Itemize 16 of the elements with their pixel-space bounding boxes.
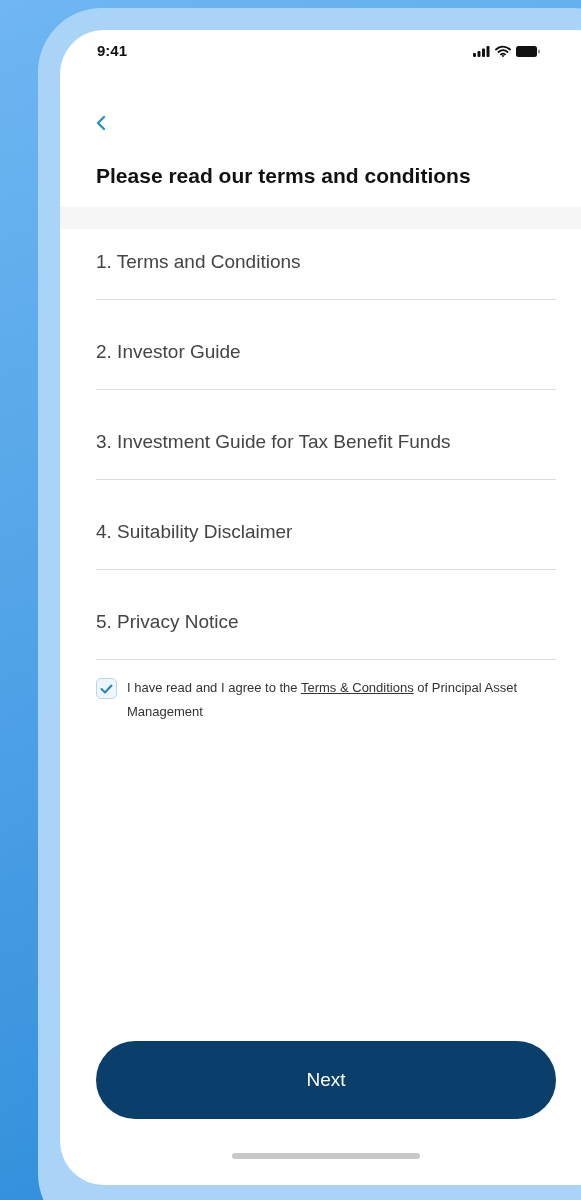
checkmark-icon — [100, 683, 113, 694]
document-link[interactable]: 3. Investment Guide for Tax Benefit Funds — [96, 390, 556, 480]
battery-icon — [516, 45, 540, 57]
document-link[interactable]: 4. Suitability Disclaimer — [96, 480, 556, 570]
document-link[interactable]: 1. Terms and Conditions — [96, 229, 556, 300]
agree-checkbox[interactable] — [96, 678, 117, 699]
next-button[interactable]: Next — [96, 1041, 556, 1119]
chevron-left-icon — [96, 115, 106, 131]
page-title: Please read our terms and conditions — [95, 163, 472, 189]
signal-icon — [473, 45, 490, 57]
wifi-icon — [495, 45, 511, 57]
document-link[interactable]: 5. Privacy Notice — [96, 570, 556, 660]
agreement-text: I have read and I agree to the Terms & Conditions of Principal Asset Management — [127, 679, 519, 721]
status-time: 9:41 — [97, 40, 128, 61]
terms-link[interactable]: Terms & Conditions — [300, 680, 414, 695]
document-link[interactable]: 2. Investor Guide — [96, 300, 556, 390]
